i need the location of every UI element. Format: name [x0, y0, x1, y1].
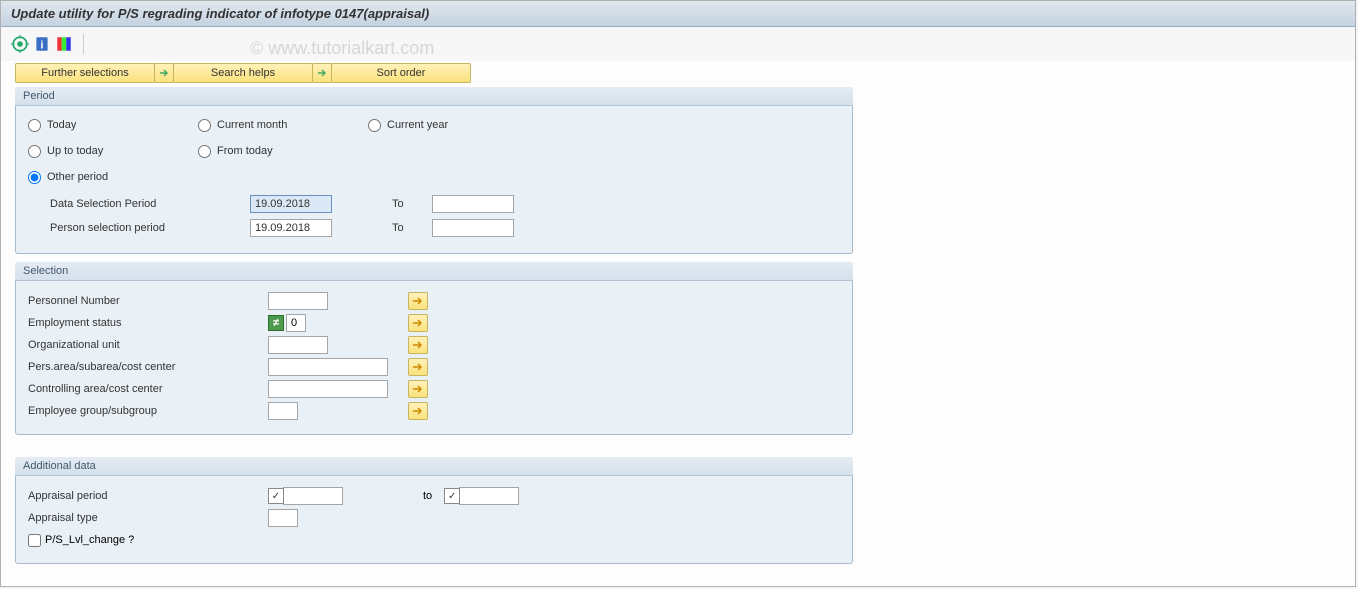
employee-group-label: Employee group/subgroup: [28, 405, 268, 417]
personnel-number-multi-button[interactable]: [408, 292, 428, 310]
selection-group: Selection Personnel Number Employment st…: [15, 262, 853, 435]
radio-today-label[interactable]: Today: [47, 119, 76, 131]
radio-current-month[interactable]: [198, 119, 211, 132]
toolbar-separator: [83, 34, 84, 54]
sort-order-button[interactable]: Sort order: [331, 63, 471, 83]
pers-area-input[interactable]: [268, 358, 388, 376]
execute-icon[interactable]: [11, 35, 29, 53]
radio-up-to-today-label[interactable]: Up to today: [47, 145, 103, 157]
info-icon[interactable]: i: [33, 35, 51, 53]
period-group: Period Today Current month Current year: [15, 87, 853, 254]
person-selection-to-input[interactable]: [432, 219, 514, 237]
appraisal-period-to-check-icon[interactable]: [444, 488, 460, 504]
not-equal-icon[interactable]: ≠: [268, 315, 284, 331]
further-selections-button[interactable]: Further selections: [15, 63, 155, 83]
appraisal-period-from-input[interactable]: [283, 487, 343, 505]
appraisal-period-from-check-icon[interactable]: [268, 488, 284, 504]
person-selection-from-input[interactable]: [250, 219, 332, 237]
appraisal-period-to-input[interactable]: [459, 487, 519, 505]
appraisal-type-label: Appraisal type: [28, 512, 268, 524]
period-group-title: Period: [15, 87, 853, 106]
org-unit-label: Organizational unit: [28, 339, 268, 351]
data-selection-period-label: Data Selection Period: [28, 198, 250, 210]
employee-group-input[interactable]: [268, 402, 298, 420]
controlling-area-label: Controlling area/cost center: [28, 383, 268, 395]
additional-data-title: Additional data: [15, 457, 853, 476]
employment-status-label: Employment status: [28, 317, 268, 329]
selection-button-row: Further selections Search helps Sort ord…: [1, 61, 1355, 85]
additional-data-group: Additional data Appraisal period to Appr…: [15, 457, 853, 564]
employment-status-input[interactable]: [286, 314, 306, 332]
radio-current-year[interactable]: [368, 119, 381, 132]
radio-from-today[interactable]: [198, 145, 211, 158]
pers-area-multi-button[interactable]: [408, 358, 428, 376]
org-unit-input[interactable]: [268, 336, 328, 354]
radio-other-period[interactable]: [28, 171, 41, 184]
radio-current-year-label[interactable]: Current year: [387, 119, 448, 131]
radio-other-period-label[interactable]: Other period: [47, 171, 108, 183]
radio-from-today-label[interactable]: From today: [217, 145, 273, 157]
ps-lvl-change-checkbox[interactable]: [28, 534, 41, 547]
radio-today[interactable]: [28, 119, 41, 132]
ps-lvl-change-label[interactable]: P/S_Lvl_change ?: [45, 534, 134, 546]
radio-up-to-today[interactable]: [28, 145, 41, 158]
data-selection-from-input[interactable]: [250, 195, 332, 213]
app-toolbar: i: [1, 27, 1355, 61]
selection-group-title: Selection: [15, 262, 853, 281]
appraisal-period-label: Appraisal period: [28, 490, 268, 502]
radio-current-month-label[interactable]: Current month: [217, 119, 287, 131]
appraisal-type-input[interactable]: [268, 509, 298, 527]
controlling-area-multi-button[interactable]: [408, 380, 428, 398]
employment-status-multi-button[interactable]: [408, 314, 428, 332]
further-selections-arrow[interactable]: [154, 63, 174, 83]
title-bar: Update utility for P/S regrading indicat…: [1, 1, 1355, 27]
personnel-number-input[interactable]: [268, 292, 328, 310]
employee-group-multi-button[interactable]: [408, 402, 428, 420]
svg-text:i: i: [40, 40, 43, 52]
appraisal-period-to-label: to: [423, 490, 432, 502]
person-selection-to-label: To: [392, 222, 432, 234]
data-selection-to-label: To: [392, 198, 432, 210]
page-title: Update utility for P/S regrading indicat…: [11, 6, 429, 21]
search-helps-button[interactable]: Search helps: [173, 63, 313, 83]
search-helps-arrow[interactable]: [312, 63, 332, 83]
data-selection-to-input[interactable]: [432, 195, 514, 213]
org-unit-multi-button[interactable]: [408, 336, 428, 354]
pers-area-label: Pers.area/subarea/cost center: [28, 361, 268, 373]
controlling-area-input[interactable]: [268, 380, 388, 398]
color-legend-icon[interactable]: [55, 35, 73, 53]
personnel-number-label: Personnel Number: [28, 295, 268, 307]
person-selection-period-label: Person selection period: [28, 222, 250, 234]
